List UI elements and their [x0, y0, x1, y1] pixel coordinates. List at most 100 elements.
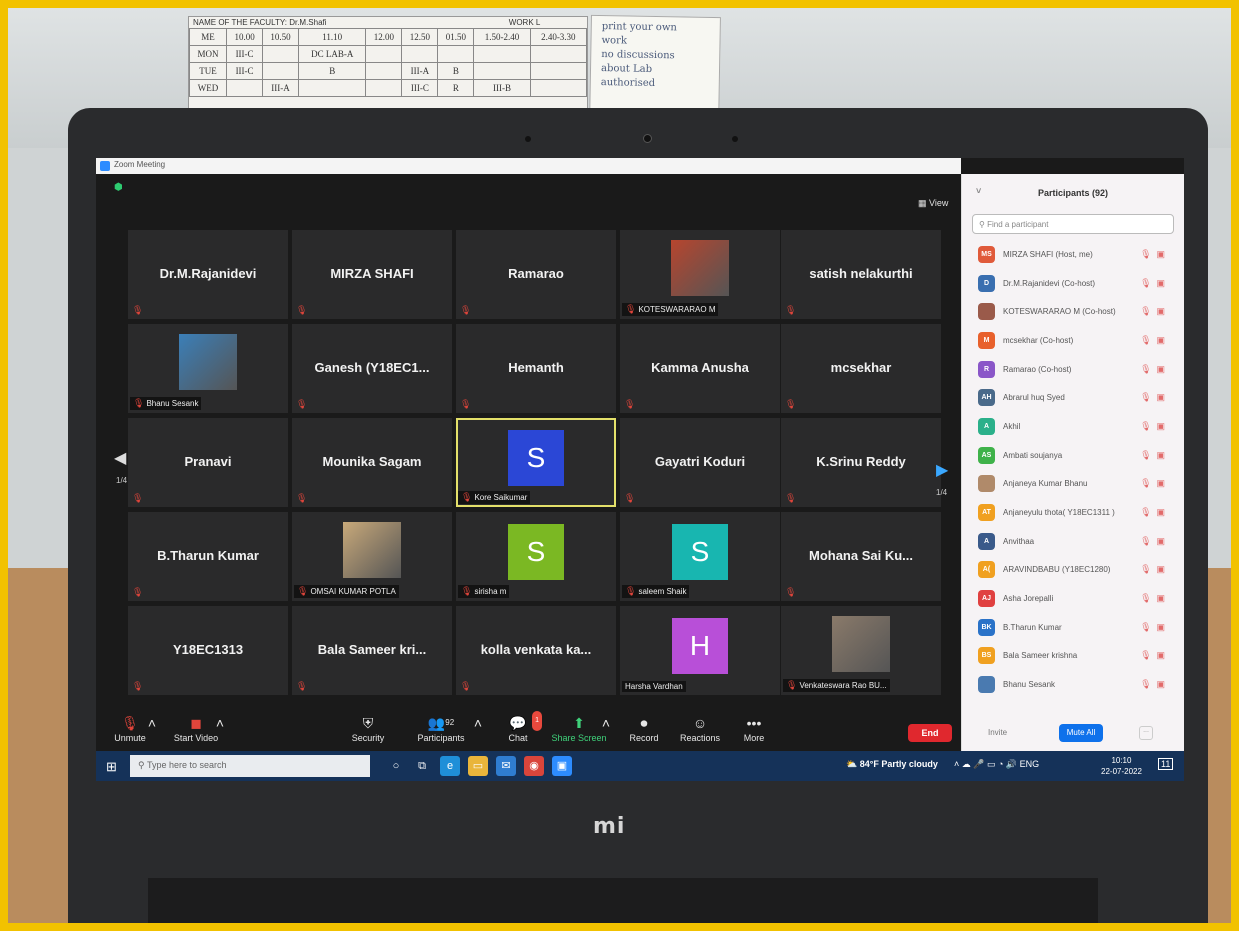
muted-mic-icon: 🎙	[625, 304, 637, 314]
video-tile[interactable]: Y18EC1313 🎙	[128, 606, 288, 695]
participant-avatar: A	[978, 532, 995, 550]
participant-row[interactable]: Bhanu Sesank 🎙▣	[962, 670, 1184, 699]
next-page-arrow-icon[interactable]: ▶	[936, 460, 948, 480]
video-tile[interactable]: S 🎙 Kore Saikumar	[456, 418, 616, 507]
tile-participant-name: Hemanth	[508, 360, 564, 375]
participant-row[interactable]: A Akhil 🎙▣	[962, 412, 1184, 441]
participant-row[interactable]: D Dr.M.Rajanidevi (Co-host) 🎙▣	[962, 269, 1184, 298]
view-button[interactable]: ▦ View	[918, 198, 948, 209]
video-tile[interactable]: mcsekhar 🎙	[781, 324, 941, 413]
participants-button[interactable]: 👥92 Participants	[412, 713, 470, 743]
participant-row[interactable]: AS Ambati soujanya 🎙▣	[962, 441, 1184, 470]
edge-browser-icon[interactable]: e	[440, 756, 460, 776]
participant-name: Asha Jorepalli	[1003, 594, 1054, 604]
profile-photo	[179, 334, 237, 390]
tile-participant-name: B.Tharun Kumar	[157, 548, 259, 563]
share-options-caret[interactable]: ˄	[600, 713, 612, 733]
timetable-cell	[365, 79, 403, 97]
notification-center-icon[interactable]: 11	[1158, 758, 1174, 770]
prev-page-arrow-icon[interactable]: ◀	[114, 448, 126, 468]
cortana-icon[interactable]: ○	[386, 756, 406, 776]
video-tile[interactable]: S 🎙 saleem Shaik	[620, 512, 780, 601]
participants-count: 92	[445, 718, 455, 727]
share-screen-label: Share Screen	[551, 733, 607, 743]
video-tile[interactable]: Mohana Sai Ku... 🎙	[781, 512, 941, 601]
participant-muted-icons: 🎙▣	[1140, 420, 1170, 431]
video-tile[interactable]: B.Tharun Kumar 🎙	[128, 512, 288, 601]
mail-icon[interactable]: ✉	[496, 756, 516, 776]
windows-start-icon[interactable]: ⊞	[106, 759, 117, 775]
participant-row[interactable]: BK B.Tharun Kumar 🎙▣	[962, 613, 1184, 642]
participant-row[interactable]: R Ramarao (Co-host) 🎙▣	[962, 355, 1184, 384]
chat-label: Chat	[508, 733, 528, 743]
video-tile[interactable]: S 🎙 sirisha m	[456, 512, 616, 601]
encryption-shield-icon[interactable]: ⬢	[114, 182, 123, 193]
reactions-button[interactable]: ☺ Reactions	[676, 713, 724, 743]
participant-avatar: AT	[978, 504, 995, 522]
tile-name-label: 🎙 Kore Saikumar	[458, 491, 531, 504]
invite-button[interactable]: Invite	[988, 728, 1007, 737]
tray-icons[interactable]: ˄ ☁ 🎤 ▭ ◔ 🔊	[954, 759, 1017, 769]
security-button[interactable]: ⛨ Security	[346, 713, 390, 743]
participant-row[interactable]: AH Abrarul huq Syed 🎙▣	[962, 383, 1184, 412]
video-options-caret[interactable]: ˄	[214, 713, 226, 733]
video-tile[interactable]: Pranavi 🎙	[128, 418, 288, 507]
muted-mic-icon: 🎙	[460, 399, 472, 409]
panel-more-button[interactable]: ...	[1139, 726, 1153, 740]
video-tile[interactable]: 🎙 OMSAI KUMAR POTLA	[292, 512, 452, 601]
taskbar-search-input[interactable]: ⚲ Type here to search	[130, 755, 370, 777]
participant-row[interactable]: AT Anjaneyulu thota( Y18EC1311 ) 🎙▣	[962, 498, 1184, 527]
chrome-icon[interactable]: ◉	[524, 756, 544, 776]
timetable-cell: III-C	[401, 79, 439, 97]
video-tile[interactable]: Ganesh (Y18EC1... 🎙	[292, 324, 452, 413]
participant-row[interactable]: KOTESWARARAO M (Co-host) 🎙▣	[962, 297, 1184, 326]
participant-muted-icons: 🎙▣	[1140, 650, 1170, 661]
mute-all-button[interactable]: Mute All	[1059, 724, 1103, 742]
tile-participant-name: sirisha m	[474, 587, 507, 596]
participant-search-input[interactable]: ⚲ Find a participant	[972, 214, 1174, 234]
chat-button[interactable]: 💬 1 Chat	[500, 711, 542, 743]
video-tile[interactable]: Dr.M.Rajanidevi 🎙	[128, 230, 288, 319]
audio-options-caret[interactable]: ˄	[146, 713, 158, 733]
participant-row[interactable]: A Anvithaa 🎙▣	[962, 527, 1184, 556]
video-tile[interactable]: H Harsha Vardhan	[620, 606, 780, 695]
participant-row[interactable]: Anjaneya Kumar Bhanu 🎙▣	[962, 470, 1184, 499]
video-tile[interactable]: K.Srinu Reddy 🎙	[781, 418, 941, 507]
participant-row[interactable]: A(ARAVINDBABU (Y18EC1280) 🎙▣	[962, 556, 1184, 585]
weather-widget[interactable]: ⛅ 84°F Partly cloudy	[846, 759, 938, 770]
video-tile[interactable]: 🎙 KOTESWARARAO M	[620, 230, 780, 319]
workload-label: WORK L	[508, 18, 541, 27]
video-tile[interactable]: MIRZA SHAFI 🎙	[292, 230, 452, 319]
zoom-taskbar-icon[interactable]: ▣	[552, 756, 572, 776]
participants-options-caret[interactable]: ˄	[472, 713, 484, 733]
video-tile[interactable]: Gayatri Koduri 🎙	[620, 418, 780, 507]
file-explorer-icon[interactable]: ▭	[468, 756, 488, 776]
video-tile[interactable]: satish nelakurthi 🎙	[781, 230, 941, 319]
video-tile[interactable]: kolla venkata ka... 🎙	[456, 606, 616, 695]
participant-name: Anvithaa	[1003, 536, 1035, 546]
participant-row[interactable]: MS MIRZA SHAFI (Host, me) 🎙▣	[962, 240, 1184, 269]
chevron-down-icon[interactable]: ˅	[976, 186, 981, 196]
avatar: S	[508, 430, 564, 486]
end-meeting-button[interactable]: End	[908, 724, 952, 742]
video-tile[interactable]: 🎙 Bhanu Sesank	[128, 324, 288, 413]
video-tile[interactable]: Bala Sameer kri... 🎙	[292, 606, 452, 695]
chevron-up-icon: ˄	[473, 715, 483, 731]
participant-avatar	[978, 475, 995, 493]
more-button[interactable]: ••• More	[736, 713, 772, 743]
participant-row[interactable]: BS Bala Sameer krishna 🎙▣	[962, 642, 1184, 671]
timetable-header-cell: 12.50	[401, 28, 439, 46]
video-tile[interactable]: Hemanth 🎙	[456, 324, 616, 413]
record-button[interactable]: ⏺ Record	[624, 713, 664, 743]
task-view-icon[interactable]: ⧉	[412, 756, 432, 776]
participant-row[interactable]: Mmcsekhar (Co-host) 🎙▣	[962, 326, 1184, 355]
video-tile[interactable]: Kamma Anusha 🎙	[620, 324, 780, 413]
video-tile[interactable]: Mounika Sagam 🎙	[292, 418, 452, 507]
video-tile[interactable]: 🎙 Venkateswara Rao BU...	[781, 606, 941, 695]
language-indicator[interactable]: ENG	[1020, 759, 1040, 769]
cloud-sun-icon: ⛅	[846, 759, 858, 769]
taskbar-clock[interactable]: 10:10 22-07-2022	[1101, 755, 1142, 777]
laptop-screen: Zoom Meeting ⬢ ▦ View ◀ 1/4 Dr.M.Rajanid…	[96, 158, 1184, 781]
video-tile[interactable]: Ramarao 🎙	[456, 230, 616, 319]
participant-row[interactable]: AJ Asha Jorepalli 🎙▣	[962, 584, 1184, 613]
